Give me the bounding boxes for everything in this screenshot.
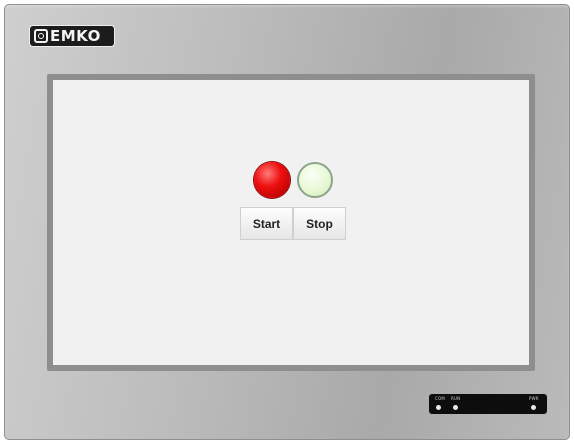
- hmi-screen: Start Stop: [53, 80, 529, 365]
- logo-text: EMKO: [50, 27, 101, 45]
- status-led-strip: COM RUN PWR: [429, 394, 547, 414]
- emko-logo: EMKO: [30, 26, 114, 46]
- start-button[interactable]: Start: [240, 207, 293, 240]
- emko-mark-icon: [34, 29, 48, 43]
- power-led-icon: [531, 405, 536, 410]
- led-label-com: COM: [435, 396, 445, 401]
- red-indicator-lamp: [254, 162, 290, 198]
- led-label-pwr: PWR: [529, 396, 539, 401]
- run-led-icon: [453, 405, 458, 410]
- led-label-run: RUN: [451, 396, 461, 401]
- com-led-icon: [436, 405, 441, 410]
- green-indicator-lamp: [297, 162, 333, 198]
- stop-button[interactable]: Stop: [293, 207, 346, 240]
